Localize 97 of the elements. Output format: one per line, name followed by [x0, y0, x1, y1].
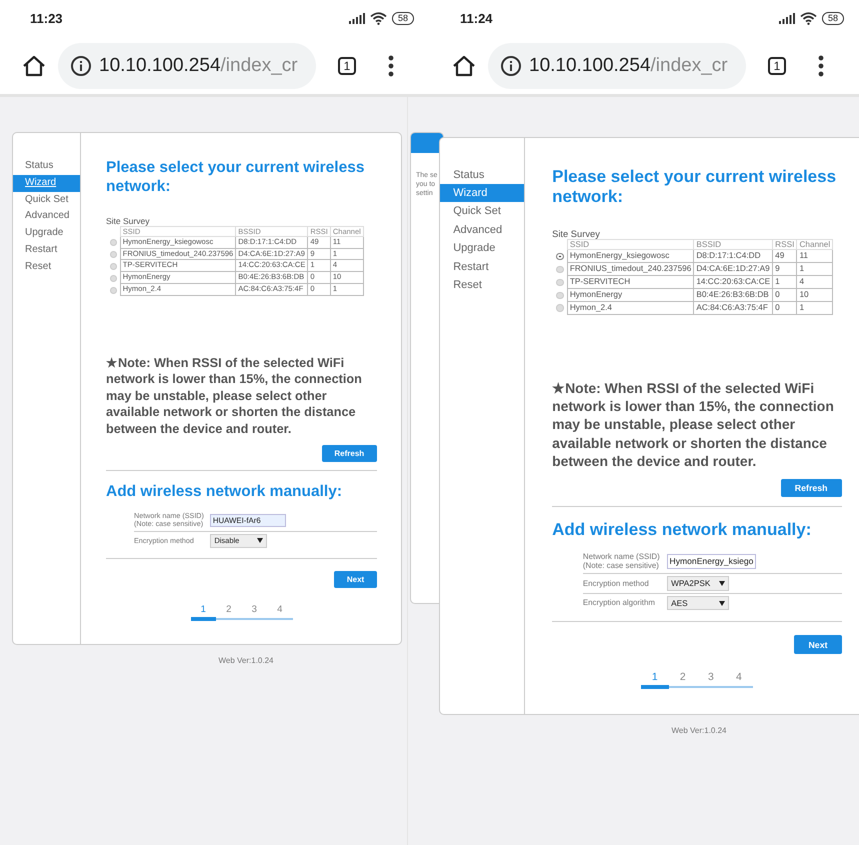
step-number: 1: [652, 672, 658, 683]
table-cell: 14:CC:20:63:CA:CE: [694, 275, 773, 288]
radio-button[interactable]: [110, 239, 117, 246]
sidebar-item[interactable]: Upgrade: [440, 239, 524, 258]
info-icon: [500, 54, 522, 76]
address-field[interactable]: 10.10.100.254/index_cr: [488, 42, 746, 88]
table-cell: D8:D:17:1:C4:DD: [694, 250, 773, 262]
next-button[interactable]: Next: [794, 635, 842, 654]
caret-icon: [718, 580, 725, 586]
card-header: [411, 133, 443, 153]
sidebar-item[interactable]: Advanced: [440, 220, 524, 240]
wifi-icon: [800, 12, 817, 24]
radio-button[interactable]: [556, 292, 564, 299]
table-cell: 1: [796, 301, 833, 314]
section-title: Add wireless network manually:: [106, 483, 344, 502]
version-text: Web Ver:1.0.24: [670, 726, 728, 736]
info-icon: [70, 54, 92, 76]
step-number: 4: [277, 604, 282, 615]
table-cell: FRONIUS_timedout_240.237596: [567, 262, 694, 276]
sidebar-item[interactable]: Reset: [13, 258, 80, 276]
table-cell: 0: [772, 288, 797, 302]
dropdown[interactable]: WPA2PSK: [666, 576, 730, 591]
column-header: BSSID: [694, 240, 773, 250]
radio-button[interactable]: [556, 252, 564, 260]
signal-icon: [778, 12, 795, 24]
table-cell: Hymon_2.4: [567, 301, 694, 314]
tab-count-button[interactable]: 1: [338, 56, 356, 74]
table-cell: HymonEnergy: [567, 288, 694, 302]
caret-icon: [257, 538, 264, 544]
sidebar-item[interactable]: Wizard: [440, 184, 524, 202]
table-cell: 10: [796, 288, 833, 302]
table-cell: 0: [772, 301, 797, 314]
radio-button[interactable]: [556, 266, 564, 273]
step-number: 3: [252, 604, 257, 615]
radio-button[interactable]: [110, 263, 117, 270]
column-header: SSID: [567, 240, 694, 250]
radio-button[interactable]: [110, 251, 117, 258]
step-number: 3: [708, 672, 714, 683]
sidebar-item[interactable]: Restart: [13, 242, 80, 259]
note-text: ★Note: When RSSI of the selected WiFi network is lower than 15%, the connection may be unstable, please select other available network or shorten the distance between the device and router.: [106, 354, 363, 438]
table-cell: AC:84:C6:A3:75:4F: [694, 301, 773, 314]
input-field[interactable]: HymonEnergy_ksiego: [666, 554, 756, 569]
sidebar-item[interactable]: Status: [440, 166, 524, 184]
signal-icon: [348, 12, 365, 24]
table-cell: D4:CA:6E:1D:27:A9: [694, 262, 773, 276]
url-text: 10.10.100.254/index_cr: [99, 54, 298, 76]
battery-level: 58: [392, 12, 414, 24]
menu-icon[interactable]: [818, 54, 824, 76]
dropdown[interactable]: AES: [666, 596, 730, 610]
sidebar-item[interactable]: Reset: [440, 276, 524, 295]
table-cell: 49: [772, 250, 797, 262]
step-number: 1: [200, 604, 206, 615]
sidebar-item[interactable]: Restart: [440, 258, 524, 276]
radio-button[interactable]: [110, 274, 117, 282]
caret-icon: [718, 600, 725, 606]
table-cell: 1: [796, 262, 833, 276]
address-field[interactable]: 10.10.100.254/index_cr: [58, 42, 316, 88]
table-cell: B0:4E:26:B3:6B:DB: [694, 288, 773, 302]
status-time: 11:23: [30, 10, 63, 26]
section-title: Add wireless network manually:: [552, 520, 812, 541]
section-title: Please select your current wireless network:: [106, 159, 366, 196]
next-button[interactable]: Next: [334, 570, 377, 588]
note-text: ★Note: When RSSI of the selected WiFi network is lower than 15%, the connection may be unstable, please select other available network or shorten the distance between the device and router.: [552, 379, 835, 470]
home-icon[interactable]: [452, 54, 476, 76]
sidebar-item[interactable]: Quick Set: [13, 192, 80, 208]
menu-icon[interactable]: [388, 54, 394, 76]
sidebar-item[interactable]: Status: [13, 158, 80, 175]
radio-button[interactable]: [556, 278, 564, 286]
table-cell: 11: [796, 250, 833, 262]
home-icon[interactable]: [22, 54, 46, 76]
sidebar-item[interactable]: Upgrade: [13, 225, 80, 242]
table-caption: Site Survey: [552, 229, 601, 239]
column-header: RSSI: [772, 240, 797, 250]
column-header: Channel: [796, 240, 833, 250]
table-cell: TP-SERVITECH: [567, 275, 694, 288]
table-cell: 9: [772, 262, 797, 276]
battery-level: 58: [822, 12, 844, 24]
url-text: 10.10.100.254/index_cr: [529, 54, 728, 76]
sidebar-item[interactable]: Wizard: [13, 174, 80, 192]
refresh-button[interactable]: Refresh: [780, 478, 842, 498]
radio-button[interactable]: [110, 286, 117, 294]
section-title: Please select your current wireless network:: [552, 166, 838, 208]
table-cell: 4: [796, 275, 833, 288]
tab-count-button[interactable]: 1: [768, 56, 786, 74]
table-cell: HymonEnergy_ksiegowosc: [567, 250, 694, 262]
table-cell: 1: [772, 275, 797, 288]
refresh-button[interactable]: Refresh: [322, 445, 377, 462]
wifi-icon: [370, 12, 387, 24]
radio-button[interactable]: [556, 304, 564, 312]
table-caption: Site Survey: [106, 216, 150, 226]
step-number: 2: [226, 604, 232, 615]
version-text: Web Ver:1.0.24: [218, 656, 274, 665]
step-number: 4: [736, 672, 742, 683]
step-number: 2: [680, 672, 686, 683]
sidebar-item[interactable]: Advanced: [13, 208, 80, 226]
status-time: 11:24: [460, 10, 493, 26]
sidebar-item[interactable]: Quick Set: [440, 202, 524, 221]
